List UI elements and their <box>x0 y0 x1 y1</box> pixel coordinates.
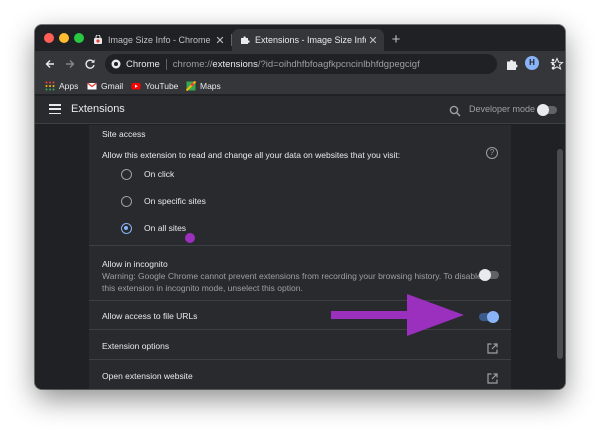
bookmark-apps[interactable]: Apps <box>45 80 78 92</box>
bookmark-label: Gmail <box>101 81 124 91</box>
page-scrollbar[interactable] <box>557 149 563 359</box>
main-content: Site access Allow this extension to read… <box>35 125 565 389</box>
bookmark-maps[interactable]: Maps <box>185 80 221 92</box>
tab-title: Image Size Info - Chrome Web... <box>108 35 213 45</box>
radio-on-click[interactable]: On click <box>121 167 174 181</box>
site-access-heading: Site access <box>102 129 146 139</box>
incognito-toggle[interactable] <box>479 269 499 281</box>
radio-on-specific-sites[interactable]: On specific sites <box>121 194 206 208</box>
youtube-icon <box>131 81 141 91</box>
radio-button-checked[interactable] <box>121 222 132 234</box>
help-icon[interactable]: ? <box>486 147 498 159</box>
developer-mode-label: Developer mode <box>469 104 536 114</box>
maps-icon <box>185 80 197 92</box>
browser-toolbar: Chrome chrome:// extensions /?id=oihdhfb… <box>35 51 565 77</box>
bookmarks-bar: Apps Gmail YouTube Maps <box>35 77 565 95</box>
tab-title: Extensions - Image Size Info <box>255 35 366 45</box>
developer-mode-toggle[interactable] <box>537 104 557 116</box>
file-urls-toggle[interactable] <box>479 311 499 323</box>
zoom-window-button[interactable] <box>74 33 84 43</box>
tab-image-size-info-store[interactable]: Image Size Info - Chrome Web... ✕ <box>85 29 231 51</box>
annotation-cursor-dot <box>185 233 195 243</box>
extension-options-title: Extension options <box>102 341 170 351</box>
browser-window: Image Size Info - Chrome Web... ✕ Extens… <box>35 25 565 389</box>
close-window-button[interactable] <box>44 33 54 43</box>
url-host: extensions <box>212 58 258 70</box>
section-divider <box>89 245 511 246</box>
file-urls-title: Allow access to file URLs <box>102 311 198 321</box>
chrome-web-store-icon <box>93 35 103 45</box>
radio-label: On specific sites <box>144 196 206 206</box>
radio-label: On all sites <box>144 223 187 233</box>
more-menu-icon[interactable] <box>547 55 559 73</box>
radio-button[interactable] <box>121 195 132 207</box>
omnibox-chip-label: Chrome <box>126 58 160 70</box>
extension-details-card: Site access Allow this extension to read… <box>89 125 511 389</box>
open-website-title: Open extension website <box>102 371 193 381</box>
open-in-new-icon[interactable] <box>487 371 498 384</box>
new-tab-plus-icon[interactable]: + <box>387 31 405 49</box>
profile-avatar[interactable]: H <box>525 56 539 70</box>
bookmark-label: YouTube <box>145 81 179 91</box>
back-arrow-icon[interactable] <box>41 55 59 73</box>
bookmark-youtube[interactable]: YouTube <box>131 80 178 92</box>
section-divider <box>89 359 511 360</box>
reload-icon[interactable] <box>81 55 99 73</box>
url-scheme: chrome:// <box>172 58 213 70</box>
tab-close-icon[interactable]: ✕ <box>366 34 380 47</box>
bookmark-label: Apps <box>59 81 79 91</box>
extensions-puzzle-icon[interactable] <box>505 55 521 73</box>
bookmark-gmail[interactable]: Gmail <box>87 80 123 92</box>
search-icon[interactable] <box>449 104 461 117</box>
annotation-arrow-icon <box>331 294 464 336</box>
extensions-header: Extensions Developer mode <box>35 96 565 124</box>
radio-on-all-sites[interactable]: On all sites <box>121 221 186 235</box>
omnibox-divider <box>165 58 167 70</box>
chrome-logo-icon <box>111 59 121 69</box>
puzzle-icon <box>240 35 250 45</box>
radio-label: On click <box>144 169 175 179</box>
bookmark-label: Maps <box>200 81 221 91</box>
url-path: /?id=oihdhfbfoagfkpcncinlbhfdgpegcigf <box>257 58 420 70</box>
page-title: Extensions <box>71 103 125 115</box>
address-bar[interactable]: Chrome chrome:// extensions /?id=oihdhfb… <box>105 54 564 74</box>
forward-arrow-icon[interactable] <box>61 55 79 73</box>
incognito-title: Allow in incognito <box>102 259 168 269</box>
tab-strip: Image Size Info - Chrome Web... ✕ Extens… <box>35 25 565 51</box>
hamburger-menu-icon[interactable] <box>49 104 61 115</box>
minimize-window-button[interactable] <box>59 33 69 43</box>
tab-extensions-active[interactable]: Extensions - Image Size Info ✕ <box>232 29 384 51</box>
radio-button[interactable] <box>121 168 132 180</box>
gmail-icon <box>87 81 97 91</box>
site-access-description: Allow this extension to read and change … <box>102 150 401 160</box>
open-in-new-icon[interactable] <box>487 341 498 354</box>
apps-grid-icon <box>45 81 55 91</box>
tab-close-icon[interactable]: ✕ <box>213 34 227 47</box>
